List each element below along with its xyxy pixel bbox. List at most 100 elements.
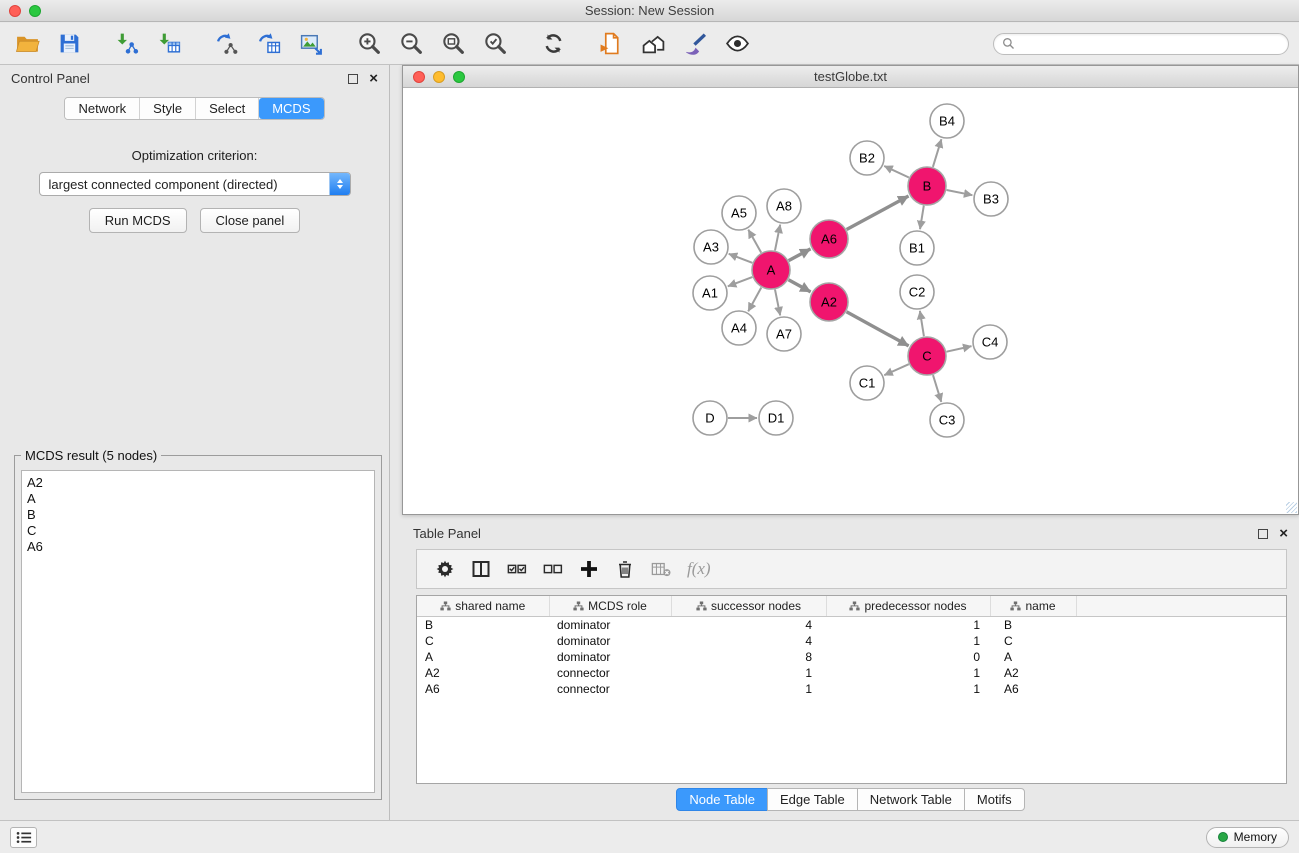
table-cell[interactable]: 1 — [671, 665, 826, 681]
zoom-fit-icon[interactable] — [436, 28, 470, 60]
table-row[interactable]: A2connector11A2 — [417, 665, 1286, 681]
graph-edge-A-A3[interactable] — [729, 254, 753, 263]
table-row[interactable]: Cdominator41C — [417, 633, 1286, 649]
resize-handle[interactable] — [1286, 502, 1297, 513]
network-canvas[interactable]: AA1A2A3A4A5A6A7A8BB1B2B3B4CC1C2C3C4DD1 — [403, 88, 1298, 514]
graph-node-B1[interactable]: B1 — [900, 231, 934, 265]
graph-node-A[interactable]: A — [752, 251, 790, 289]
tab-mcds[interactable]: MCDS — [259, 98, 323, 119]
graph-node-A8[interactable]: A8 — [767, 189, 801, 223]
import-network-icon[interactable] — [110, 28, 144, 60]
search-input[interactable] — [1020, 37, 1280, 51]
graph-node-A3[interactable]: A3 — [694, 230, 728, 264]
show-panels-button[interactable] — [10, 827, 37, 848]
tab-network-table[interactable]: Network Table — [857, 788, 965, 811]
graph-node-B3[interactable]: B3 — [974, 182, 1008, 216]
function-builder-icon[interactable]: f(x) — [687, 559, 711, 579]
graph-edge-C-C1[interactable] — [884, 364, 909, 375]
open-document-icon[interactable] — [594, 28, 628, 60]
gear-icon[interactable] — [427, 554, 463, 584]
mcds-result-list[interactable]: A2ABCA6 — [21, 470, 375, 793]
mcds-result-item[interactable]: C — [27, 523, 369, 539]
float-table-panel-icon[interactable] — [1258, 529, 1268, 539]
table-cell[interactable]: C — [990, 633, 1076, 649]
table-cell[interactable]: A — [990, 649, 1076, 665]
table-cell[interactable]: connector — [549, 665, 671, 681]
table-cell[interactable]: A2 — [990, 665, 1076, 681]
mcds-result-item[interactable]: A — [27, 491, 369, 507]
network-close-button[interactable] — [413, 71, 425, 83]
graph-edge-A-A2[interactable] — [789, 280, 811, 292]
graph-edge-B-B3[interactable] — [947, 190, 973, 195]
table-cell[interactable]: C — [417, 633, 549, 649]
table-cell[interactable]: 1 — [826, 633, 990, 649]
tab-motifs[interactable]: Motifs — [964, 788, 1025, 811]
mcds-result-item[interactable]: A6 — [27, 539, 369, 555]
optimization-dropdown[interactable]: largest connected component (directed) — [39, 172, 351, 196]
graph-node-D[interactable]: D — [693, 401, 727, 435]
graph-edge-B-B1[interactable] — [920, 206, 924, 230]
import-table-icon[interactable] — [152, 28, 186, 60]
float-panel-icon[interactable] — [348, 74, 358, 84]
refresh-icon[interactable] — [536, 28, 570, 60]
graph-edge-C-C3[interactable] — [933, 375, 941, 402]
graph-edge-A-A7[interactable] — [775, 290, 780, 316]
eye-icon[interactable] — [720, 28, 754, 60]
graph-node-A7[interactable]: A7 — [767, 317, 801, 351]
graph-node-B[interactable]: B — [908, 167, 946, 205]
mcds-result-item[interactable]: B — [27, 507, 369, 523]
tab-select[interactable]: Select — [196, 98, 259, 119]
zoom-out-icon[interactable] — [394, 28, 428, 60]
export-table-icon[interactable] — [252, 28, 286, 60]
search-box[interactable] — [993, 33, 1289, 55]
table-cell[interactable]: 0 — [826, 649, 990, 665]
table-cell[interactable]: 1 — [826, 665, 990, 681]
close-table-panel-icon[interactable]: × — [1279, 526, 1288, 541]
tab-node-table[interactable]: Node Table — [676, 788, 768, 811]
graph-node-B4[interactable]: B4 — [930, 104, 964, 138]
split-panel-icon[interactable] — [463, 554, 499, 584]
graph-node-C3[interactable]: C3 — [930, 403, 964, 437]
export-image-icon[interactable] — [294, 28, 328, 60]
graph-node-C1[interactable]: C1 — [850, 366, 884, 400]
network-graph[interactable]: AA1A2A3A4A5A6A7A8BB1B2B3B4CC1C2C3C4DD1 — [403, 88, 1298, 514]
tab-style[interactable]: Style — [140, 98, 196, 119]
graph-edge-B-B4[interactable] — [933, 139, 942, 167]
graph-edge-C-C4[interactable] — [947, 346, 972, 352]
graph-node-C2[interactable]: C2 — [900, 275, 934, 309]
panel-splitter[interactable] — [390, 65, 402, 820]
table-row[interactable]: Bdominator41B — [417, 616, 1286, 633]
export-network-icon[interactable] — [210, 28, 244, 60]
open-folder-icon[interactable] — [10, 28, 44, 60]
graph-node-A1[interactable]: A1 — [693, 276, 727, 310]
table-cell[interactable]: 4 — [671, 633, 826, 649]
delete-icon[interactable] — [607, 554, 643, 584]
graph-edge-A-A4[interactable] — [748, 288, 761, 312]
graph-edge-A-A8[interactable] — [775, 225, 780, 251]
table-cell[interactable]: 1 — [826, 616, 990, 633]
zoom-selected-icon[interactable] — [478, 28, 512, 60]
graph-edge-B-B2[interactable] — [884, 166, 909, 178]
table-cell[interactable]: dominator — [549, 649, 671, 665]
network-minimize-button[interactable] — [433, 71, 445, 83]
mcds-result-item[interactable]: A2 — [27, 475, 369, 491]
graph-node-B2[interactable]: B2 — [850, 141, 884, 175]
table-cell[interactable]: A6 — [417, 681, 549, 697]
zoom-window-button[interactable] — [29, 5, 41, 17]
graph-node-A5[interactable]: A5 — [722, 196, 756, 230]
graph-edge-C-C2[interactable] — [920, 311, 924, 336]
graph-node-A2[interactable]: A2 — [810, 283, 848, 321]
column-header-name[interactable]: name — [990, 596, 1076, 616]
table-cell[interactable]: A2 — [417, 665, 549, 681]
tab-edge-table[interactable]: Edge Table — [767, 788, 858, 811]
table-cell[interactable]: B — [417, 616, 549, 633]
column-header-successor-nodes[interactable]: successor nodes — [671, 596, 826, 616]
table-cell[interactable]: A6 — [990, 681, 1076, 697]
table-cell[interactable]: dominator — [549, 633, 671, 649]
memory-button[interactable]: Memory — [1206, 827, 1289, 848]
save-icon[interactable] — [52, 28, 86, 60]
table-cell[interactable]: A — [417, 649, 549, 665]
table-cell[interactable]: 1 — [671, 681, 826, 697]
add-icon[interactable] — [571, 554, 607, 584]
graph-edge-A2-C[interactable] — [847, 312, 909, 346]
